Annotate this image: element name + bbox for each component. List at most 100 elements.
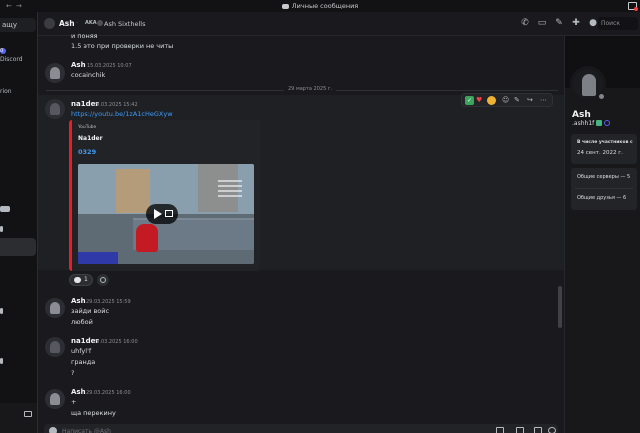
message-timestamp: 29.03.2025 16:00 xyxy=(93,339,138,345)
inbox-unread-dot xyxy=(634,7,638,11)
video-call-icon[interactable]: ▭ xyxy=(537,18,547,28)
dm-sidebar: ащу 0 Discord rion xyxy=(0,12,38,433)
message-timestamp: 29.03.2025 15:42 xyxy=(93,102,138,108)
chat-area: и поняя 1.5 это при проверки не читы Ash… xyxy=(38,32,564,433)
boost-badge-icon[interactable] xyxy=(604,120,610,126)
add-friends-icon[interactable]: ✚ xyxy=(571,18,581,28)
inbox-icon[interactable] xyxy=(628,2,638,11)
member-since-card: В числе участников с 24 сент. 2022 г. xyxy=(571,134,637,164)
pinned-messages-icon[interactable]: ✎ xyxy=(554,18,564,28)
mutual-friends-link[interactable]: Общие друзья — 6 xyxy=(577,195,626,201)
header-toolbar: ✆ ▭ ✎ ✚ ● xyxy=(520,18,598,28)
badge-count: 0 xyxy=(0,48,4,54)
sidebar-marker xyxy=(0,226,3,232)
discord-logo-icon xyxy=(281,3,289,9)
gif-icon[interactable] xyxy=(516,427,524,433)
embed-provider[interactable]: YouTube xyxy=(78,125,96,130)
find-conversation-button[interactable]: ащу xyxy=(0,18,36,32)
play-button[interactable] xyxy=(146,204,178,224)
message-author[interactable]: Ash xyxy=(71,388,86,396)
message-text: гранда xyxy=(71,358,96,366)
window-title-text: Личные сообщения xyxy=(291,2,359,10)
message-text: ща перекину xyxy=(71,409,116,417)
emoji-icon[interactable] xyxy=(548,427,556,433)
status-indicator xyxy=(597,92,606,101)
message-composer xyxy=(44,424,558,433)
message-text: cocainchik xyxy=(71,71,106,79)
more-options-icon[interactable]: ⋯ xyxy=(540,96,547,105)
message-text: любой xyxy=(71,318,93,326)
add-reaction-icon xyxy=(100,277,106,283)
aka-label: AKA xyxy=(85,20,97,26)
profile-username: .ashh1f xyxy=(572,120,595,127)
sidebar-item-discord[interactable]: Discord xyxy=(0,56,23,63)
add-reaction-icon[interactable]: ☺ xyxy=(502,96,509,105)
eyes-reaction[interactable]: 1 xyxy=(69,274,93,286)
user-profile-panel: Ash .ashh1f В числе участников с 24 сент… xyxy=(564,36,640,433)
find-conversation-label: ащу xyxy=(2,21,18,29)
nitro-badge-icon[interactable] xyxy=(596,120,602,126)
date-divider-label: 29 марта 2025 г. xyxy=(284,86,337,92)
message-text: uhfyl'f xyxy=(71,347,92,355)
message-text: зайди войс xyxy=(71,307,110,315)
window-title: Личные сообщения xyxy=(0,2,640,10)
aka-avatar xyxy=(97,20,103,26)
edit-icon[interactable]: ✎ xyxy=(514,96,520,105)
user-panel xyxy=(0,403,38,433)
header-avatar[interactable] xyxy=(44,18,55,29)
youtube-link[interactable]: https://youtu.be/1zA1cHeGXyw xyxy=(71,110,173,118)
eyes-emoji-icon xyxy=(74,277,81,283)
video-thumbnail[interactable] xyxy=(78,164,254,264)
message-timestamp: 29.03.2025 16:00 xyxy=(86,390,131,396)
message-text: + xyxy=(71,398,77,406)
title-bar: ← → Личные сообщения xyxy=(0,0,640,12)
header-username[interactable]: Ash xyxy=(59,19,75,28)
member-since-date: 24 сент. 2022 г. xyxy=(577,150,623,156)
message-avatar[interactable] xyxy=(45,298,65,318)
mutual-servers-link[interactable]: Общие серверы — 5 xyxy=(577,174,630,180)
message-avatar[interactable] xyxy=(45,389,65,409)
message-text: 1.5 это при проверки не читы xyxy=(71,42,174,50)
message-author[interactable]: Ash xyxy=(71,297,86,305)
settings-gear-icon[interactable] xyxy=(24,411,32,417)
sidebar-marker xyxy=(0,358,3,364)
message-timestamp: 15.03.2025 10:07 xyxy=(87,63,132,69)
reaction-count: 1 xyxy=(84,276,88,283)
gift-icon[interactable] xyxy=(496,427,504,433)
message-avatar[interactable] xyxy=(45,337,65,357)
message-timestamp: 29.03.2025 15:59 xyxy=(86,299,131,305)
member-since-label: В числе участников с xyxy=(577,140,633,145)
message-action-bar: ✓ ♥ ☺ ✎ ↪ ⋯ xyxy=(461,93,553,107)
profile-name: Ash xyxy=(572,110,591,120)
heart-reaction-icon[interactable]: ♥ xyxy=(476,96,482,105)
aka-name: Ash Sixthells xyxy=(104,20,146,28)
youtube-embed: YouTube Na1der 0329 xyxy=(69,120,260,271)
search-input[interactable] xyxy=(601,19,635,28)
message-input[interactable] xyxy=(62,427,262,433)
sidebar-marker xyxy=(0,308,3,314)
mutuals-card: Общие серверы — 5 Общие друзья — 6 xyxy=(571,168,637,210)
message-avatar[interactable] xyxy=(45,63,65,83)
play-icon xyxy=(154,209,162,219)
message-text: и поняя xyxy=(71,32,98,40)
message-avatar[interactable] xyxy=(45,99,65,119)
add-reaction-button[interactable] xyxy=(97,274,109,286)
sidebar-item-rion[interactable]: rion xyxy=(0,88,12,95)
sidebar-item-active-dm[interactable] xyxy=(0,238,36,256)
embed-author[interactable]: Na1der xyxy=(78,135,103,142)
embed-title[interactable]: 0329 xyxy=(78,148,96,156)
date-divider: 29 марта 2025 г. xyxy=(46,86,558,92)
sidebar-status-pill xyxy=(0,206,10,212)
voice-call-icon[interactable]: ✆ xyxy=(520,18,530,28)
attach-plus-icon[interactable] xyxy=(49,427,57,433)
sticker-icon[interactable] xyxy=(534,427,542,433)
chat-scrollbar[interactable] xyxy=(558,286,562,328)
search-box[interactable] xyxy=(598,17,638,30)
message-text: ? xyxy=(71,369,75,377)
user-profile-icon[interactable]: ● xyxy=(588,18,598,28)
smile-reaction-icon[interactable] xyxy=(487,96,496,105)
game-character xyxy=(136,224,158,252)
reply-icon[interactable]: ↪ xyxy=(527,96,533,105)
check-reaction-icon[interactable]: ✓ xyxy=(465,96,474,105)
message-author[interactable]: Ash xyxy=(71,61,86,69)
